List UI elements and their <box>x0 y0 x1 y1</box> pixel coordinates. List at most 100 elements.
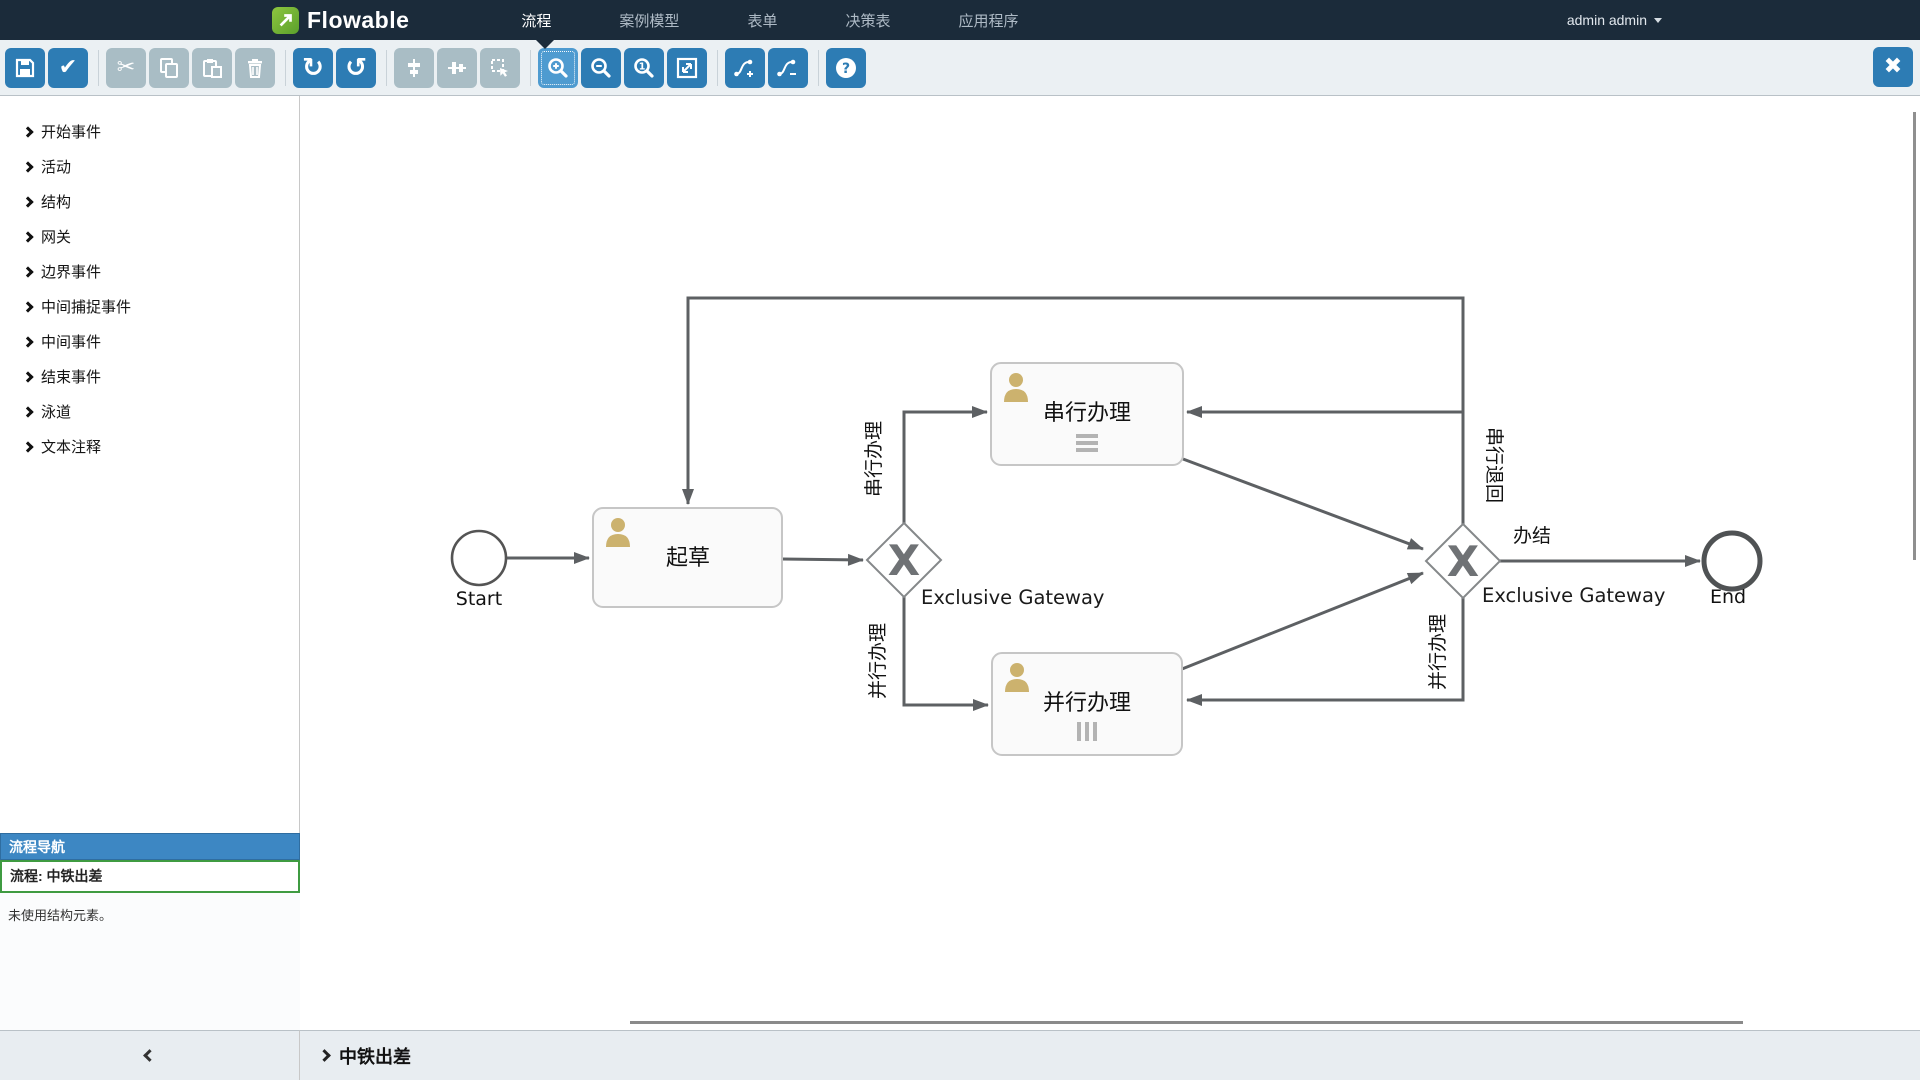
distribute-vertical-icon <box>403 57 425 79</box>
gateway-x-icon: X <box>1447 537 1479 586</box>
validate-button[interactable]: ✔ <box>48 48 88 88</box>
pointer-box-icon <box>489 57 511 79</box>
trash-icon <box>244 57 266 79</box>
zoom-fit-button[interactable] <box>667 48 707 88</box>
sequential-multiinstance-marker <box>1076 434 1098 452</box>
toolbar-separator <box>386 50 387 86</box>
edge-label-finish: 办结 <box>1513 525 1551 547</box>
task-draft[interactable]: 起草 <box>593 508 782 607</box>
edge-label-to-serial: 串行办理 <box>863 421 885 497</box>
chevron-right-icon <box>22 161 33 172</box>
palette-group-intermediate-catching-events[interactable]: 中间捕捉事件 <box>0 289 299 324</box>
distribute-horizontal-icon <box>446 57 468 79</box>
stencil-palette: 开始事件 活动 结构 网关 边界事件 中间捕捉事件 中间事件 结束事件 泳道 文… <box>0 96 299 464</box>
toolbar-separator <box>285 50 286 86</box>
navigator-note: 未使用结构元素。 <box>0 893 300 936</box>
palette-group-end-events[interactable]: 结束事件 <box>0 359 299 394</box>
palette-group-text-annotation[interactable]: 文本注释 <box>0 429 299 464</box>
end-event[interactable]: End <box>1704 533 1760 608</box>
redo-icon: ↻ <box>302 55 324 81</box>
task-parallel[interactable]: 并行办理 <box>992 653 1182 755</box>
end-event-label: End <box>1710 586 1746 608</box>
zoom-fit-icon <box>675 56 699 80</box>
tab-apps[interactable]: 应用程序 <box>958 10 1018 31</box>
task-serial[interactable]: 串行办理 <box>991 363 1183 465</box>
tab-forms[interactable]: 表单 <box>747 10 777 31</box>
flow-serial-to-gateway2[interactable] <box>1183 459 1423 549</box>
bpmn-diagram: Start 起草 X Exclusive Gateway 串行办理 <box>300 96 1920 1030</box>
toolbar-separator <box>530 50 531 86</box>
help-button[interactable]: ? <box>826 48 866 88</box>
palette-group-structure[interactable]: 结构 <box>0 184 299 219</box>
tab-decision-tables[interactable]: 决策表 <box>845 10 890 31</box>
undo-button[interactable]: ↺ <box>336 48 376 88</box>
chevron-right-icon <box>22 406 33 417</box>
copy-button[interactable] <box>149 48 189 88</box>
chevron-left-icon <box>143 1049 156 1062</box>
redo-button[interactable]: ↻ <box>293 48 333 88</box>
undo-icon: ↺ <box>345 55 367 81</box>
palette-group-start-events[interactable]: 开始事件 <box>0 114 299 149</box>
close-editor-button[interactable]: ✖ <box>1873 47 1913 87</box>
add-bendpoint-button[interactable] <box>725 48 765 88</box>
paste-button[interactable] <box>192 48 232 88</box>
navbar: Flowable 流程 案例模型 表单 决策表 应用程序 admin admin <box>0 0 1920 40</box>
user-menu[interactable]: admin admin <box>1567 12 1662 28</box>
chevron-right-icon <box>22 371 33 382</box>
bendpoint-add-icon <box>733 56 757 80</box>
svg-text:?: ? <box>842 61 850 77</box>
zoom-out-button[interactable] <box>581 48 621 88</box>
palette-group-intermediate-events[interactable]: 中间事件 <box>0 324 299 359</box>
parallel-multiinstance-marker <box>1077 722 1097 741</box>
checkmark-icon: ✔ <box>59 57 77 79</box>
remove-bendpoint-button[interactable] <box>768 48 808 88</box>
paste-icon <box>201 57 223 79</box>
main-tabs: 流程 案例模型 表单 决策表 应用程序 <box>521 0 1018 40</box>
chevron-right-icon <box>22 336 33 347</box>
flow-gateway1-to-parallel[interactable] <box>904 597 988 705</box>
chevron-right-icon <box>22 231 33 242</box>
palette-group-swimlanes[interactable]: 泳道 <box>0 394 299 429</box>
flow-draft-to-gateway1[interactable] <box>782 559 863 560</box>
caret-down-icon <box>1654 18 1662 23</box>
process-title[interactable]: 中铁出差 <box>339 1043 411 1069</box>
copy-icon <box>158 57 180 79</box>
gateway2-label: Exclusive Gateway <box>1482 584 1665 607</box>
delete-button[interactable] <box>235 48 275 88</box>
scissors-icon: ✂ <box>117 57 135 79</box>
active-tab-pointer <box>536 40 554 49</box>
chevron-right-icon <box>318 1049 331 1062</box>
task-parallel-label: 并行办理 <box>1043 691 1131 716</box>
palette-group-gateways[interactable]: 网关 <box>0 219 299 254</box>
exclusive-gateway-1[interactable]: X Exclusive Gateway <box>867 523 1104 609</box>
palette-group-boundary-events[interactable]: 边界事件 <box>0 254 299 289</box>
zoom-actual-button[interactable]: 1 <box>624 48 664 88</box>
flow-parallel-to-gateway2[interactable] <box>1182 573 1423 669</box>
editor-toolbar: ✔ ✂ ↻ ↺ <box>0 40 1920 96</box>
breadcrumb-bar: 中铁出差 <box>300 1030 1920 1080</box>
vertical-scrollbar-thumb[interactable] <box>1913 112 1916 560</box>
chevron-right-icon <box>22 266 33 277</box>
bendpoint-remove-icon <box>776 56 800 80</box>
edge-label-parallel-return: 并行办理 <box>1427 614 1449 690</box>
zoom-in-button[interactable] <box>538 48 578 88</box>
palette-group-activities[interactable]: 活动 <box>0 149 299 184</box>
tab-case-model[interactable]: 案例模型 <box>619 10 679 31</box>
current-process-item[interactable]: 流程: 中铁出差 <box>0 860 300 893</box>
task-draft-label: 起草 <box>666 546 710 571</box>
cut-button[interactable]: ✂ <box>106 48 146 88</box>
save-button[interactable] <box>5 48 45 88</box>
stencil-sidebar: 开始事件 活动 结构 网关 边界事件 中间捕捉事件 中间事件 结束事件 泳道 文… <box>0 96 300 1030</box>
process-navigator-header: 流程导航 <box>0 833 300 860</box>
save-icon <box>14 57 36 79</box>
align-vertical-button[interactable] <box>394 48 434 88</box>
diagram-canvas[interactable]: Start 起草 X Exclusive Gateway 串行办理 <box>300 96 1920 1030</box>
toolbar-separator <box>98 50 99 86</box>
align-horizontal-button[interactable] <box>437 48 477 88</box>
tab-process[interactable]: 流程 <box>521 10 551 31</box>
start-event[interactable]: Start <box>452 531 506 610</box>
flow-gateway1-to-serial[interactable] <box>904 412 987 523</box>
sidebar-collapse-button[interactable] <box>0 1030 300 1080</box>
same-size-button[interactable] <box>480 48 520 88</box>
horizontal-scrollbar-thumb[interactable] <box>630 1021 1743 1024</box>
